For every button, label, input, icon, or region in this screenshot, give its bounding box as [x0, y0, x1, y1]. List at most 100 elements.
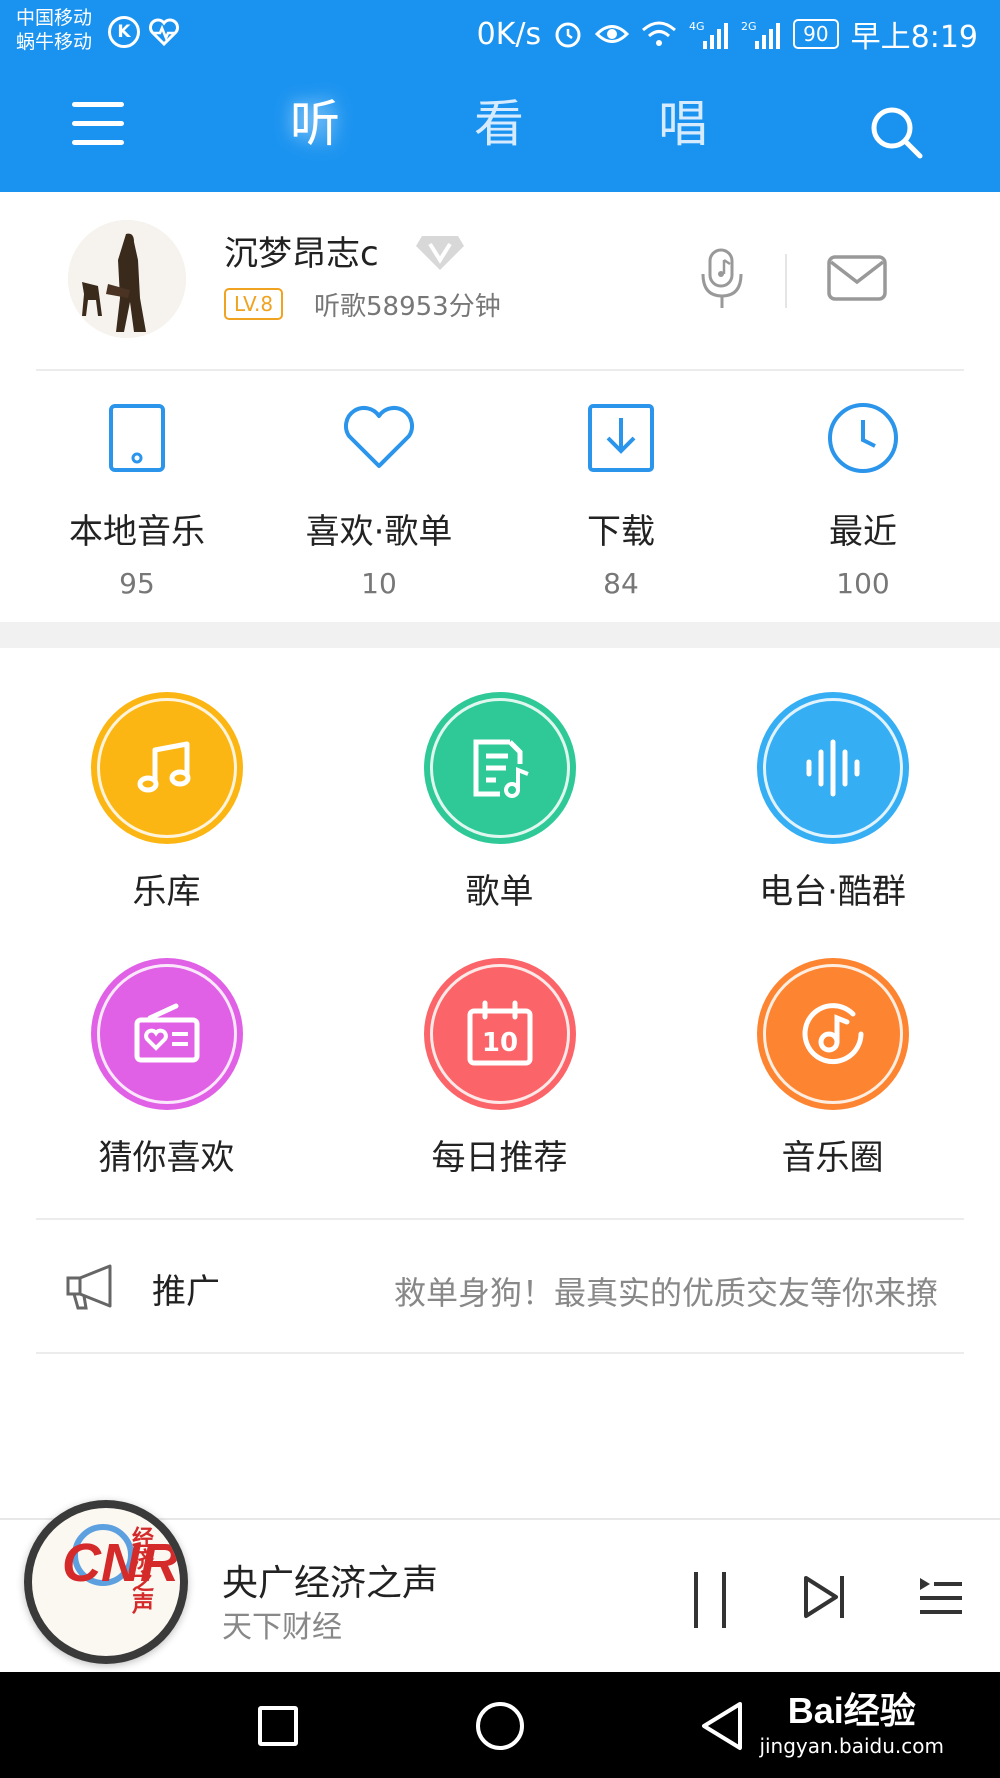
status-left-icons: K: [108, 16, 180, 48]
quick-count: 10: [361, 567, 397, 600]
playlist-queue-icon[interactable]: [918, 1576, 964, 1620]
top-nav: 听 看 唱: [0, 70, 1000, 192]
home-icon[interactable]: [476, 1702, 524, 1750]
carrier-1: 中国移动: [16, 7, 93, 29]
section-separator: [0, 622, 1000, 648]
menu-icon[interactable]: [72, 102, 124, 150]
soundwave-icon: [806, 739, 859, 797]
tablet-icon: [109, 404, 165, 472]
grid-label: 音乐圈: [781, 1138, 884, 1178]
listen-time: 听歌58953分钟: [314, 292, 501, 322]
guess-you-like-button[interactable]: [90, 958, 243, 1110]
music-circle-icon: [802, 1003, 863, 1065]
svg-text:4G: 4G: [689, 20, 705, 33]
vip-diamond-icon[interactable]: [414, 232, 466, 272]
avatar[interactable]: [68, 220, 186, 338]
album-art-image: CNR 经济之声: [32, 1508, 180, 1656]
clock-icon: [828, 403, 898, 473]
album-art[interactable]: CNR 经济之声: [24, 1500, 188, 1664]
battery-indicator: 90: [793, 19, 839, 49]
grid-item-daily-recommend[interactable]: 10 每日推荐: [333, 958, 666, 1179]
user-profile: 沉梦昂志c LV.8 听歌58953分钟: [0, 192, 1000, 370]
alarm-icon: [555, 22, 581, 48]
mail-icon[interactable]: [826, 254, 888, 302]
back-icon[interactable]: [698, 1700, 746, 1752]
wifi-icon: [642, 21, 677, 46]
track-title[interactable]: 央广经济之声: [222, 1554, 438, 1606]
music-circle-button[interactable]: [756, 958, 909, 1110]
mini-player[interactable]: CNR 经济之声 央广经济之声 天下财经: [0, 1500, 1000, 1672]
grid-label: 猜你喜欢: [98, 1138, 235, 1178]
tab-watch[interactable]: 看: [474, 92, 524, 156]
calendar-day-text: 10: [481, 1028, 517, 1058]
eye-icon: [595, 25, 630, 43]
quick-item-download[interactable]: 下载 84: [500, 402, 742, 600]
calendar-icon: 10: [467, 1000, 532, 1066]
grid-item-guess-you-like[interactable]: 猜你喜欢: [0, 958, 333, 1179]
username[interactable]: 沉梦昂志c: [224, 226, 379, 275]
radio-button[interactable]: [756, 692, 909, 844]
logo-cn-text: 经济之声: [128, 1526, 153, 1614]
daily-recommend-button[interactable]: 10: [423, 958, 576, 1110]
quick-label: 最近: [829, 512, 897, 552]
app-header: 中国移动 蜗牛移动 K 0K/s 4G 2G 90 早上8:19 听 看 唱: [0, 0, 1000, 192]
megaphone-icon: [66, 1264, 112, 1310]
divider-line: [36, 1352, 964, 1354]
health-heart-icon: [149, 18, 179, 47]
clock-time: 早上8:19: [850, 20, 978, 55]
avatar-image: [68, 220, 186, 338]
music-note-icon: [137, 741, 190, 793]
carrier-names: 中国移动 蜗牛移动: [16, 6, 92, 54]
quick-item-recent[interactable]: 最近 100: [742, 402, 984, 600]
grid-item-music-circle[interactable]: 音乐圈: [666, 958, 999, 1179]
quick-label: 喜欢·歌单: [305, 512, 453, 552]
grid-label: 每日推荐: [431, 1138, 568, 1178]
quick-item-favorites[interactable]: 喜欢·歌单 10: [258, 402, 500, 600]
divider-line: [36, 369, 964, 371]
music-library-button[interactable]: [90, 692, 243, 844]
status-bar: 中国移动 蜗牛移动 K 0K/s 4G 2G 90 早上8:19: [0, 0, 1000, 66]
grid-item-playlists[interactable]: 歌单: [333, 692, 666, 913]
playlist-icon: [473, 739, 529, 798]
search-icon[interactable]: [868, 104, 924, 160]
download-icon: [588, 404, 654, 472]
signal-4g-icon: 4G: [689, 20, 729, 49]
status-right: 0K/s 4G 2G 90 早上8:19: [477, 12, 978, 56]
cnr-logo: CNR: [62, 1533, 179, 1593]
tab-sing[interactable]: 唱: [658, 92, 708, 156]
divider: [785, 254, 787, 308]
heart-icon: [343, 406, 415, 468]
my-music-shortcuts: 本地音乐 95 喜欢·歌单 10 下载 84 最近 100: [0, 372, 1000, 622]
signal-2g-icon: 2G: [741, 20, 781, 49]
level-badge[interactable]: LV.8: [224, 288, 284, 320]
playlists-button[interactable]: [423, 692, 576, 844]
quick-count: 84: [603, 567, 639, 600]
quick-label: 本地音乐: [69, 512, 205, 552]
grid-label: 电台·酷群: [759, 872, 906, 912]
quick-item-local-music[interactable]: 本地音乐 95: [16, 402, 258, 600]
next-track-icon[interactable]: [802, 1574, 846, 1620]
promo-bar[interactable]: 推广 救单身狗！最真实的优质交友等你来撩: [0, 1218, 1000, 1354]
radio-heart-icon: [134, 1003, 199, 1063]
tab-listen[interactable]: 听: [290, 92, 340, 156]
baidu-watermark: Bai经验 jingyan.baidu.com: [759, 1682, 944, 1758]
grid-item-music-library[interactable]: 乐库: [0, 692, 333, 913]
carrier-2: 蜗牛移动: [16, 31, 93, 53]
grid-item-radio[interactable]: 电台·酷群: [666, 692, 999, 913]
quick-label: 下载: [587, 512, 655, 552]
quick-count: 100: [836, 567, 890, 600]
pause-button[interactable]: [690, 1572, 730, 1628]
net-speed: 0K/s: [476, 16, 542, 52]
grid-label: 乐库: [132, 872, 201, 912]
quick-count: 95: [119, 567, 155, 600]
system-nav-bar: Bai经验 jingyan.baidu.com: [0, 1672, 1000, 1778]
watermark-brand: Bai经验: [787, 1690, 916, 1731]
watermark-url: jingyan.baidu.com: [759, 1734, 944, 1758]
svg-text:2G: 2G: [741, 20, 757, 33]
microphone-icon[interactable]: [698, 246, 746, 310]
promo-text[interactable]: 救单身狗！最真实的优质交友等你来撩: [394, 1268, 938, 1314]
promo-label: 推广: [152, 1272, 220, 1312]
k-icon: K: [108, 16, 140, 48]
track-subtitle: 天下财经: [222, 1610, 342, 1645]
recent-apps-icon[interactable]: [258, 1706, 298, 1746]
